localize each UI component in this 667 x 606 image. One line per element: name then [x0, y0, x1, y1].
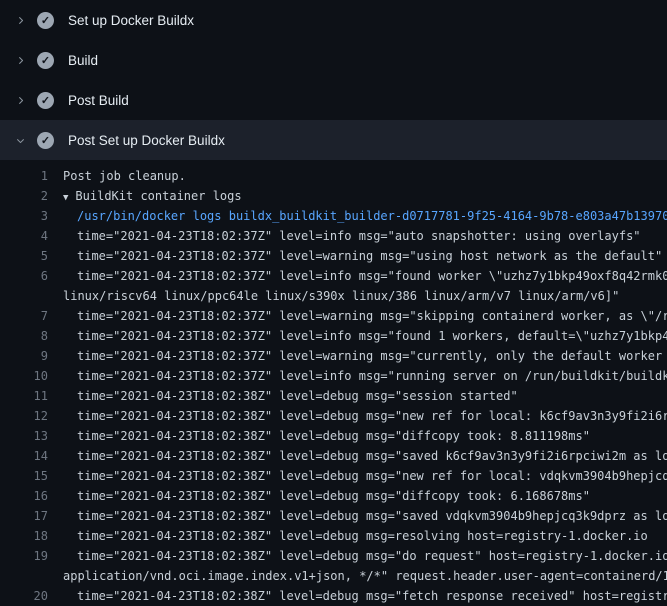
- log-line-text: time="2021-04-23T18:02:38Z" level=debug …: [48, 426, 667, 446]
- chevron-down-icon[interactable]: [12, 132, 28, 148]
- log-line-number[interactable]: 4: [0, 226, 48, 246]
- log-line-number[interactable]: 13: [0, 426, 48, 446]
- log-line: 7time="2021-04-23T18:02:37Z" level=warni…: [0, 306, 667, 326]
- log-line-text: time="2021-04-23T18:02:37Z" level=warnin…: [48, 346, 667, 366]
- step-title: Post Build: [68, 93, 129, 108]
- log-line-number: [0, 566, 48, 586]
- log-line: linux/riscv64 linux/ppc64le linux/s390x …: [0, 286, 667, 306]
- log-line-text: time="2021-04-23T18:02:38Z" level=debug …: [48, 446, 667, 466]
- log-line: 17time="2021-04-23T18:02:38Z" level=debu…: [0, 506, 667, 526]
- log-line-number[interactable]: 12: [0, 406, 48, 426]
- step-header-post-set-up-docker-buildx[interactable]: ✓ Post Set up Docker Buildx: [0, 120, 667, 160]
- log-line-text: time="2021-04-23T18:02:38Z" level=debug …: [48, 526, 667, 546]
- log-line-number[interactable]: 10: [0, 366, 48, 386]
- log-line: 8time="2021-04-23T18:02:37Z" level=info …: [0, 326, 667, 346]
- step-header-post-build[interactable]: ✓ Post Build: [0, 80, 667, 120]
- log-line: 15time="2021-04-23T18:02:38Z" level=debu…: [0, 466, 667, 486]
- log-line: 11time="2021-04-23T18:02:38Z" level=debu…: [0, 386, 667, 406]
- step-title: Build: [68, 53, 98, 68]
- step-title: Post Set up Docker Buildx: [68, 133, 225, 148]
- log-line: 20time="2021-04-23T18:02:38Z" level=debu…: [0, 586, 667, 606]
- log-line-text: time="2021-04-23T18:02:38Z" level=debug …: [48, 386, 667, 406]
- log-line-text: time="2021-04-23T18:02:38Z" level=debug …: [48, 466, 667, 486]
- log-line: 9time="2021-04-23T18:02:37Z" level=warni…: [0, 346, 667, 366]
- log-line-text: time="2021-04-23T18:02:37Z" level=warnin…: [48, 306, 667, 326]
- log-line: 10time="2021-04-23T18:02:37Z" level=info…: [0, 366, 667, 386]
- steps-list: ✓ Set up Docker Buildx ✓ Build ✓ Post Bu…: [0, 0, 667, 160]
- log-line-text: time="2021-04-23T18:02:38Z" level=debug …: [48, 406, 667, 426]
- log-line-text: ▼ BuildKit container logs: [48, 186, 667, 206]
- chevron-right-icon[interactable]: [12, 92, 28, 108]
- log-line-number[interactable]: 8: [0, 326, 48, 346]
- log-line-number[interactable]: 5: [0, 246, 48, 266]
- chevron-right-icon[interactable]: [12, 52, 28, 68]
- log-line-text: time="2021-04-23T18:02:38Z" level=debug …: [48, 586, 667, 606]
- log-line: 5time="2021-04-23T18:02:37Z" level=warni…: [0, 246, 667, 266]
- log-line: 2 ▼ BuildKit container logs: [0, 186, 667, 206]
- log-line-text: application/vnd.oci.image.index.v1+json,…: [48, 566, 667, 586]
- log-line-text: time="2021-04-23T18:02:38Z" level=debug …: [48, 506, 667, 526]
- log-line-number[interactable]: 14: [0, 446, 48, 466]
- log-line-text: time="2021-04-23T18:02:37Z" level=info m…: [48, 266, 667, 286]
- log-line-text: time="2021-04-23T18:02:37Z" level=info m…: [48, 326, 667, 346]
- log-line-number[interactable]: 17: [0, 506, 48, 526]
- log-line: 14time="2021-04-23T18:02:38Z" level=debu…: [0, 446, 667, 466]
- log-line: 18time="2021-04-23T18:02:38Z" level=debu…: [0, 526, 667, 546]
- log-line-text: Post job cleanup.: [48, 166, 667, 186]
- log-line: 16time="2021-04-23T18:02:38Z" level=debu…: [0, 486, 667, 506]
- group-collapse-caret-icon[interactable]: ▼: [63, 188, 68, 206]
- log-line: 6time="2021-04-23T18:02:37Z" level=info …: [0, 266, 667, 286]
- log-line-number: [0, 286, 48, 306]
- log-line-number[interactable]: 20: [0, 586, 48, 606]
- step-title: Set up Docker Buildx: [68, 13, 194, 28]
- log-line: application/vnd.oci.image.index.v1+json,…: [0, 566, 667, 586]
- group-label[interactable]: BuildKit container logs: [75, 189, 241, 203]
- log-line-number[interactable]: 11: [0, 386, 48, 406]
- check-circle-icon: ✓: [37, 52, 54, 69]
- log-line-number[interactable]: 2: [0, 186, 48, 206]
- log-line-number[interactable]: 9: [0, 346, 48, 366]
- chevron-right-icon[interactable]: [12, 12, 28, 28]
- log-line-number[interactable]: 3: [0, 206, 48, 226]
- log-line: 3/usr/bin/docker logs buildx_buildkit_bu…: [0, 206, 667, 226]
- log-line-number[interactable]: 18: [0, 526, 48, 546]
- step-header-build[interactable]: ✓ Build: [0, 40, 667, 80]
- command-text: /usr/bin/docker logs buildx_buildkit_bui…: [48, 206, 667, 226]
- check-circle-icon: ✓: [37, 132, 54, 149]
- log-line-number[interactable]: 15: [0, 466, 48, 486]
- log-line: 12time="2021-04-23T18:02:38Z" level=debu…: [0, 406, 667, 426]
- log-line: 19time="2021-04-23T18:02:38Z" level=debu…: [0, 546, 667, 566]
- log-line-number[interactable]: 1: [0, 166, 48, 186]
- log-line-text: time="2021-04-23T18:02:37Z" level=warnin…: [48, 246, 667, 266]
- log-line: 13time="2021-04-23T18:02:38Z" level=debu…: [0, 426, 667, 446]
- log-line-text: linux/riscv64 linux/ppc64le linux/s390x …: [48, 286, 667, 306]
- log-line: 1Post job cleanup.: [0, 166, 667, 186]
- log-line-text: time="2021-04-23T18:02:37Z" level=info m…: [48, 226, 667, 246]
- log-output: 1Post job cleanup.2 ▼ BuildKit container l…: [0, 160, 667, 606]
- log-line-text: time="2021-04-23T18:02:37Z" level=info m…: [48, 366, 667, 386]
- log-line-number[interactable]: 7: [0, 306, 48, 326]
- log-line: 4time="2021-04-23T18:02:37Z" level=info …: [0, 226, 667, 246]
- check-circle-icon: ✓: [37, 92, 54, 109]
- step-header-set-up-docker-buildx[interactable]: ✓ Set up Docker Buildx: [0, 0, 667, 40]
- log-line-text: time="2021-04-23T18:02:38Z" level=debug …: [48, 546, 667, 566]
- log-line-number[interactable]: 19: [0, 546, 48, 566]
- log-line-number[interactable]: 6: [0, 266, 48, 286]
- log-line-number[interactable]: 16: [0, 486, 48, 506]
- check-circle-icon: ✓: [37, 12, 54, 29]
- log-line-text: time="2021-04-23T18:02:38Z" level=debug …: [48, 486, 667, 506]
